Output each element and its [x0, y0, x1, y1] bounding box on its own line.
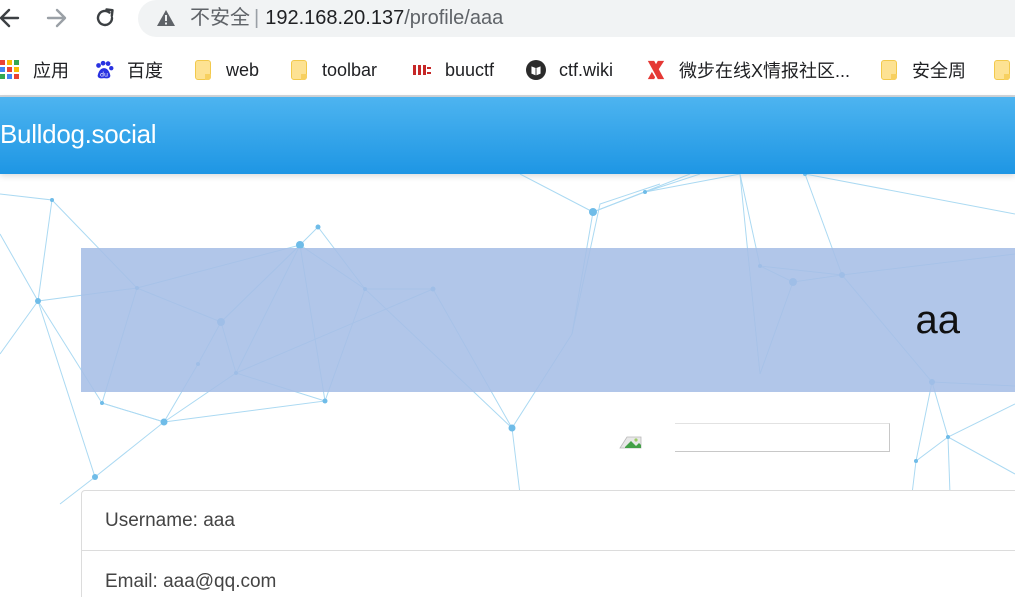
bookmark-web[interactable]: web — [193, 56, 259, 84]
url-path: /profile/aaa — [404, 7, 504, 29]
bookmark-label: 百度 — [127, 61, 163, 81]
bookmark-buuctf[interactable]: buuctf — [412, 56, 494, 84]
arrow-right-icon — [46, 8, 67, 28]
bookmark-label: ctf.wiki — [559, 59, 613, 80]
url-host: 192.168.20.137 — [265, 7, 405, 29]
ctfwiki-icon — [526, 59, 546, 81]
back-button[interactable] — [0, 4, 24, 32]
forward-button[interactable] — [42, 4, 72, 32]
broken-image-icon — [619, 436, 642, 449]
profile-name: aa — [915, 298, 961, 342]
folder-icon — [992, 59, 1012, 81]
site-navbar: Bulldog.social — [0, 97, 1015, 174]
folder-icon — [879, 59, 899, 81]
url-text[interactable]: 不安全 | 192.168.20.137/profile/aaa — [190, 6, 503, 30]
reload-button[interactable] — [90, 4, 120, 32]
folder-icon — [193, 59, 213, 81]
brand-link[interactable]: Bulldog.social — [0, 119, 157, 150]
bookmark-label: buuctf — [445, 59, 495, 80]
address-bar[interactable]: 不安全 | 192.168.20.137/profile/aaa — [138, 0, 1015, 37]
reload-icon — [96, 8, 114, 27]
warning-icon[interactable] — [156, 9, 176, 27]
folder-icon — [289, 59, 309, 81]
profile-jumbotron: aa — [81, 248, 1015, 392]
url-divider: | — [254, 7, 260, 29]
profile-image-broken — [619, 423, 890, 452]
security-label: 不安全 — [190, 7, 250, 29]
bookmark-label: 安全周 — [912, 61, 966, 81]
username-row: Username: aaa — [82, 491, 1015, 551]
bookmark-ctfwiki[interactable]: ctf.wiki — [526, 56, 613, 84]
apps-grid-icon — [0, 59, 20, 81]
image-frame — [675, 423, 890, 452]
bookmark-baidu[interactable]: du 百度 — [94, 56, 163, 84]
bookmark-security-weekly[interactable]: 安全周 — [879, 56, 966, 84]
bookmarks-bar: 应用 du 百度 web toolbar buuctf ctf.wiki 微步在… — [0, 42, 1015, 97]
browser-toolbar: 不安全 | 192.168.20.137/profile/aaa — [0, 0, 1015, 42]
threatbook-x-icon — [646, 59, 666, 81]
bookmark-label: web — [226, 59, 260, 80]
bookmark-label: 微步在线X情报社区... — [679, 61, 851, 81]
arrow-left-icon — [0, 8, 20, 28]
bookmark-label: toolbar — [322, 59, 378, 80]
bookmark-toolbar[interactable]: toolbar — [289, 56, 377, 84]
svg-text:du: du — [100, 71, 108, 78]
profile-details-list: Username: aaa Email: aaa@qq.com — [81, 490, 1015, 597]
buuctf-icon — [412, 59, 432, 81]
bookmark-label: 应用 — [33, 61, 69, 81]
baidu-paw-icon: du — [94, 59, 114, 81]
bookmark-apps[interactable]: 应用 — [0, 56, 69, 84]
email-row: Email: aaa@qq.com — [105, 571, 277, 592]
bookmark-threatbook[interactable]: 微步在线X情报社区... — [646, 56, 850, 84]
bookmark-folder-overflow[interactable] — [992, 56, 1015, 84]
